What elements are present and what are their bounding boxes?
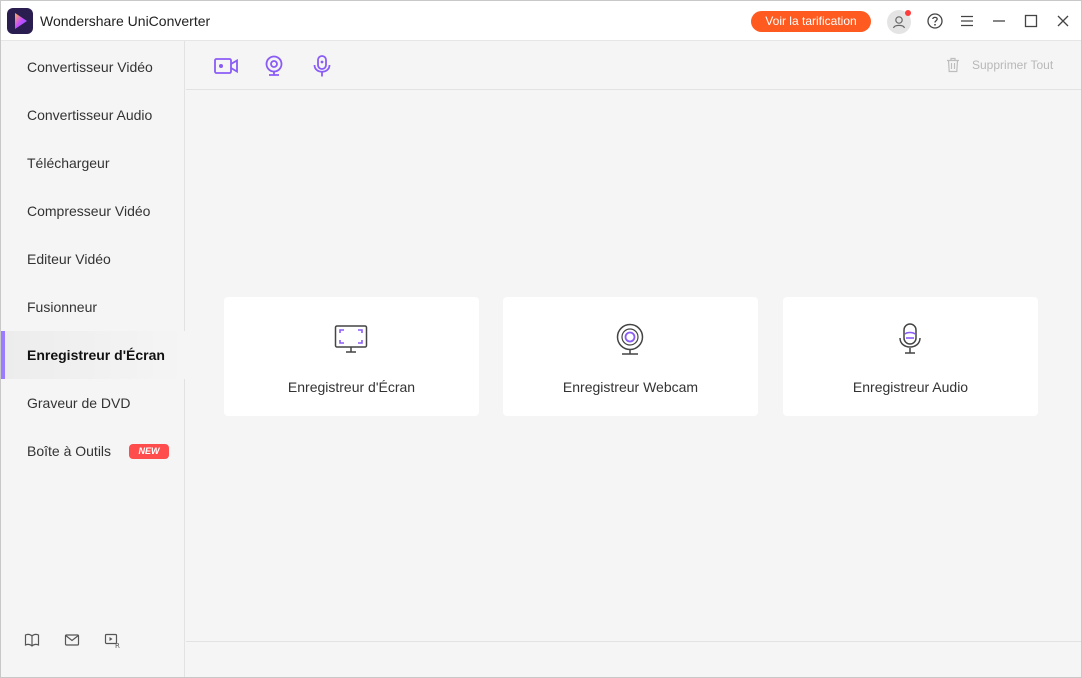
card-label: Enregistreur Webcam — [562, 379, 699, 395]
sidebar: Convertisseur Vidéo Convertisseur Audio … — [1, 41, 185, 677]
sidebar-item-label: Editeur Vidéo — [27, 251, 111, 267]
notification-dot — [905, 10, 911, 16]
sidebar-item-label: Convertisseur Audio — [27, 107, 153, 123]
sidebar-item-label: Graveur de DVD — [27, 395, 131, 411]
webcam-icon[interactable] — [261, 54, 287, 78]
sidebar-item-screen-recorder[interactable]: Enregistreur d'Écran — [1, 331, 185, 379]
screen-record-icon[interactable] — [213, 54, 239, 78]
minimize-icon[interactable] — [990, 12, 1008, 30]
sidebar-item-label: Fusionneur — [27, 299, 98, 315]
app-window: Wondershare UniConverter Voir la tarific… — [0, 0, 1082, 678]
book-icon[interactable] — [23, 631, 41, 649]
mail-icon[interactable] — [63, 631, 81, 649]
sidebar-item-toolbox[interactable]: Boîte à Outils NEW — [1, 427, 185, 475]
close-icon[interactable] — [1054, 12, 1072, 30]
video-feedback-icon[interactable]: R — [103, 631, 121, 649]
help-icon[interactable] — [926, 12, 944, 30]
app-title: Wondershare UniConverter — [40, 13, 211, 29]
footer-divider — [186, 641, 1081, 642]
sidebar-item-video-compressor[interactable]: Compresseur Vidéo — [1, 187, 185, 235]
audio-recorder-card[interactable]: Enregistreur Audio — [783, 297, 1038, 416]
sidebar-item-video-editor[interactable]: Editeur Vidéo — [1, 235, 185, 283]
delete-all-button[interactable]: Supprimer Tout — [946, 57, 1053, 73]
webcam-icon — [616, 323, 644, 355]
menu-icon[interactable] — [958, 12, 976, 30]
svg-text:R: R — [115, 642, 120, 649]
webcam-recorder-card[interactable]: Enregistreur Webcam — [503, 297, 758, 416]
sidebar-item-label: Enregistreur d'Écran — [27, 347, 165, 363]
sidebar-item-video-converter[interactable]: Convertisseur Vidéo — [1, 43, 185, 91]
delete-all-label: Supprimer Tout — [972, 58, 1054, 72]
screen-recorder-card[interactable]: Enregistreur d'Écran — [224, 297, 479, 416]
user-avatar[interactable] — [887, 10, 911, 34]
app-logo-icon — [7, 8, 33, 34]
microphone-icon — [899, 323, 921, 354]
sidebar-item-label: Téléchargeur — [27, 155, 110, 171]
sidebar-item-merger[interactable]: Fusionneur — [1, 283, 185, 331]
card-label: Enregistreur Audio — [852, 379, 969, 395]
screen-record-icon — [334, 325, 368, 353]
sidebar-item-dvd-burner[interactable]: Graveur de DVD — [1, 379, 185, 427]
card-label: Enregistreur d'Écran — [287, 379, 416, 395]
pricing-button[interactable]: Voir la tarification — [751, 11, 871, 32]
trash-icon — [947, 57, 959, 73]
toolbar: Supprimer Tout — [186, 41, 1081, 90]
maximize-icon[interactable] — [1022, 12, 1040, 30]
title-bar: Wondershare UniConverter Voir la tarific… — [1, 1, 1081, 41]
sidebar-item-label: Convertisseur Vidéo — [27, 59, 153, 75]
new-badge: NEW — [129, 444, 169, 459]
sidebar-item-label: Compresseur Vidéo — [27, 203, 151, 219]
sidebar-item-audio-converter[interactable]: Convertisseur Audio — [1, 91, 185, 139]
sidebar-item-label: Boîte à Outils — [27, 443, 112, 459]
microphone-icon[interactable] — [309, 54, 335, 78]
sidebar-item-downloader[interactable]: Téléchargeur — [1, 139, 185, 187]
